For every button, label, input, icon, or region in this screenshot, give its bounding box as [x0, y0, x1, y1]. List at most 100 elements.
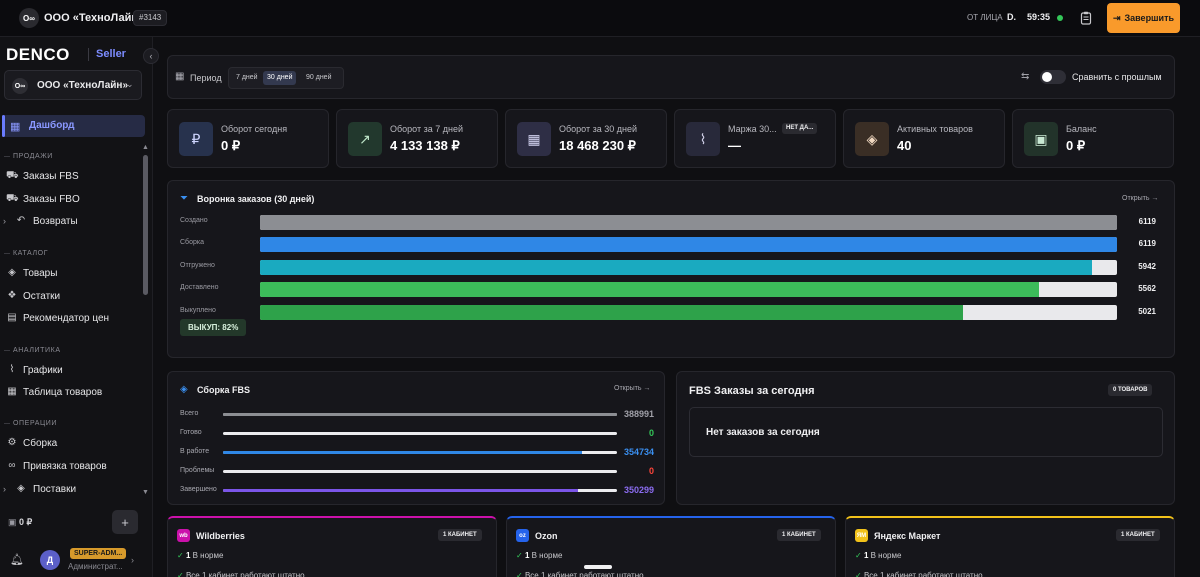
sidebar-item-stock[interactable]: ❖ Остатки: [0, 287, 140, 307]
fbs-today-badge: 0 ТОВАРОВ: [1108, 384, 1153, 396]
marketplace-status: ✓ 1 В норме: [516, 551, 562, 560]
marketplace-status: ✓ 1 В норме: [177, 551, 223, 560]
sidebar-item-products[interactable]: ◈ Товары: [0, 264, 140, 284]
collapse-section-icon: —: [4, 348, 10, 354]
sidebar-item-fbo-orders[interactable]: ⛟ Заказы FBO: [0, 190, 140, 210]
kpi-value: 0 ₽: [1066, 138, 1086, 153]
funnel-bar: [260, 305, 964, 320]
sidebar-item-label: Поставки: [33, 484, 77, 495]
sidebar-scroll-thumb[interactable]: [143, 155, 148, 295]
funnel-title: Воронка заказов (30 дней): [197, 194, 315, 204]
kpi-label: Баланс: [1066, 124, 1097, 134]
marketplace-card[interactable]: ЯМ Яндекс Маркет 1 КАБИНЕТ ✓ 1 В норме ✓ Все…: [845, 516, 1175, 577]
marketplace-name: Яндекс Маркет: [874, 531, 941, 541]
clipboard-icon[interactable]: [1078, 10, 1094, 26]
sidebar-balance: ▣ 0 ₽: [8, 517, 32, 528]
org-select[interactable]: О∞ ООО «ТехноЛайн» ⌄: [4, 70, 142, 100]
marketplace-name: Ozon: [535, 531, 558, 541]
sidebar-item-returns[interactable]: › ↶ Возвраты: [0, 212, 140, 232]
kpi-tag: НЕТ ДА...: [782, 123, 818, 134]
scroll-indicator: [584, 565, 612, 569]
brand-subtitle: Seller: [96, 48, 126, 60]
kpi-label: Оборот за 7 дней: [390, 124, 463, 134]
swap-icon: ⇆: [1021, 71, 1030, 82]
marketplace-card[interactable]: wb Wildberries 1 КАБИНЕТ ✓ 1 В норме ✓ Все 1…: [167, 516, 497, 577]
ok-text: В норме: [531, 551, 563, 560]
summary-text: Все 1 кабинет работают штатно: [185, 571, 305, 577]
period-filter-bar: ▦ Период 7 дней 30 дней 90 дней ⇆ Сравни…: [167, 55, 1175, 99]
kpi-value: —: [728, 138, 741, 153]
wildberries-logo-icon: wb: [177, 529, 190, 542]
kpi-label: Активных товаров: [897, 124, 973, 134]
fbs-row-label: Всего: [180, 410, 199, 417]
add-button[interactable]: +: [112, 510, 138, 534]
ok-count: 1: [185, 551, 191, 560]
sidebar-item-label: Графики: [23, 365, 63, 376]
funnel-bar-track: [260, 215, 1117, 230]
marketplace-card[interactable]: oz Ozon 1 КАБИНЕТ ✓ 1 В норме ✓ Все 1 кабине…: [506, 516, 836, 577]
compare-toggle[interactable]: [1040, 70, 1066, 84]
sidebar-item-label: Заказы FBS: [23, 171, 79, 182]
fbs-row-value: 388991: [623, 409, 654, 419]
marketplace-status: ✓ 1 В норме: [855, 551, 901, 560]
sidebar-item-products-table[interactable]: ▦ Таблица товаров: [0, 383, 140, 403]
sidebar-item-fbs-orders[interactable]: ⛟ Заказы FBS: [0, 167, 140, 187]
orders-funnel-card: ⏷ Воронка заказов (30 дней) Открыть → Со…: [167, 180, 1175, 358]
sidebar-item-label: Остатки: [23, 291, 61, 302]
chevron-right-icon: ›: [3, 484, 6, 494]
summary-text: Все 1 кабинет работают штатно: [524, 571, 644, 577]
bell-icon[interactable]: 🔔︎: [10, 553, 24, 566]
funnel-row-value: 5562: [1138, 284, 1156, 293]
funnel-bar: [260, 215, 1117, 230]
period-option-90[interactable]: 90 дней: [302, 71, 335, 85]
funnel-row-value: 6119: [1138, 239, 1156, 248]
user-role-badge: SUPER-ADM...: [70, 548, 127, 559]
sidebar-item-product-binding[interactable]: ∞ Привязка товаров: [0, 457, 140, 477]
ok-count: 1: [863, 551, 869, 560]
kpi-value: 0 ₽: [221, 138, 241, 153]
fbs-bar: [223, 451, 583, 454]
fbs-row-label: Завершено: [180, 486, 217, 493]
fbs-today-title: FBS Заказы за сегодня: [689, 385, 815, 397]
funnel-open-link[interactable]: Открыть →: [1122, 195, 1158, 202]
sidebar-item-dashboard[interactable]: ▦ Дашборд: [2, 115, 145, 137]
brand-logo[interactable]: DENCO: [6, 45, 70, 65]
avatar[interactable]: Д: [40, 550, 60, 570]
logout-icon: ⇥: [1112, 12, 1121, 23]
sidebar-item-supplies[interactable]: › ◈ Поставки: [0, 480, 140, 500]
collapse-sidebar-button[interactable]: ‹: [143, 48, 159, 64]
chart-icon: ⌇: [9, 364, 15, 375]
kpi-label: Маржа 30...: [728, 124, 777, 134]
scroll-down-icon[interactable]: ▼: [142, 489, 149, 496]
finish-session-button[interactable]: ⇥ Завершить: [1107, 3, 1180, 33]
marketplace-summary: ✓ Все 1 кабинет работают штатно: [855, 571, 983, 577]
box-icon: ◈: [17, 483, 25, 494]
period-segmented-control: 7 дней 30 дней 90 дней: [228, 67, 344, 89]
fbs-assembly-card: ◈ Сборка FBS Открыть → Всего 388991 Готово…: [167, 371, 665, 505]
funnel-icon: ⏷: [180, 193, 188, 204]
cart-icon: ⛟: [6, 193, 19, 204]
sidebar: DENCO Seller ‹ О∞ ООО «ТехноЛайн» ⌄ ▦ Да…: [0, 37, 159, 577]
period-option-30[interactable]: 30 дней: [263, 71, 297, 85]
fbs-bar-track: [223, 489, 617, 492]
sidebar-item-price-recommender[interactable]: ▤ Рекомендатор цен: [0, 309, 140, 329]
chevron-right-icon[interactable]: ›: [131, 555, 134, 565]
check-circle-icon: ✓: [516, 551, 525, 560]
fbs-row-label: Проблемы: [180, 467, 215, 474]
period-option-7[interactable]: 7 дней: [232, 71, 262, 85]
kpi-label: Оборот сегодня: [221, 124, 288, 134]
funnel-bar-track: [260, 260, 1117, 275]
funnel-row-value: 5021: [1138, 307, 1156, 316]
kpi-value: 4 133 138 ₽: [390, 138, 460, 153]
sidebar-item-charts[interactable]: ⌇ Графики: [0, 361, 140, 381]
sidebar-item-assembly[interactable]: ⚙ Сборка: [0, 434, 140, 454]
kpi-card: ↗ Оборот за 7 дней 4 133 138 ₽: [336, 109, 498, 168]
scroll-up-icon[interactable]: ▲: [142, 144, 149, 151]
collapse-section-icon: —: [4, 251, 10, 257]
fbs-assembly-open-link[interactable]: Открыть →: [614, 385, 650, 392]
box-icon: ◈: [8, 267, 16, 278]
fbs-assembly-title: Сборка FBS: [197, 385, 250, 395]
fbs-bar-track: [223, 413, 617, 416]
fbs-bar: [223, 413, 617, 416]
kpi-label: Оборот за 30 дней: [559, 124, 637, 134]
